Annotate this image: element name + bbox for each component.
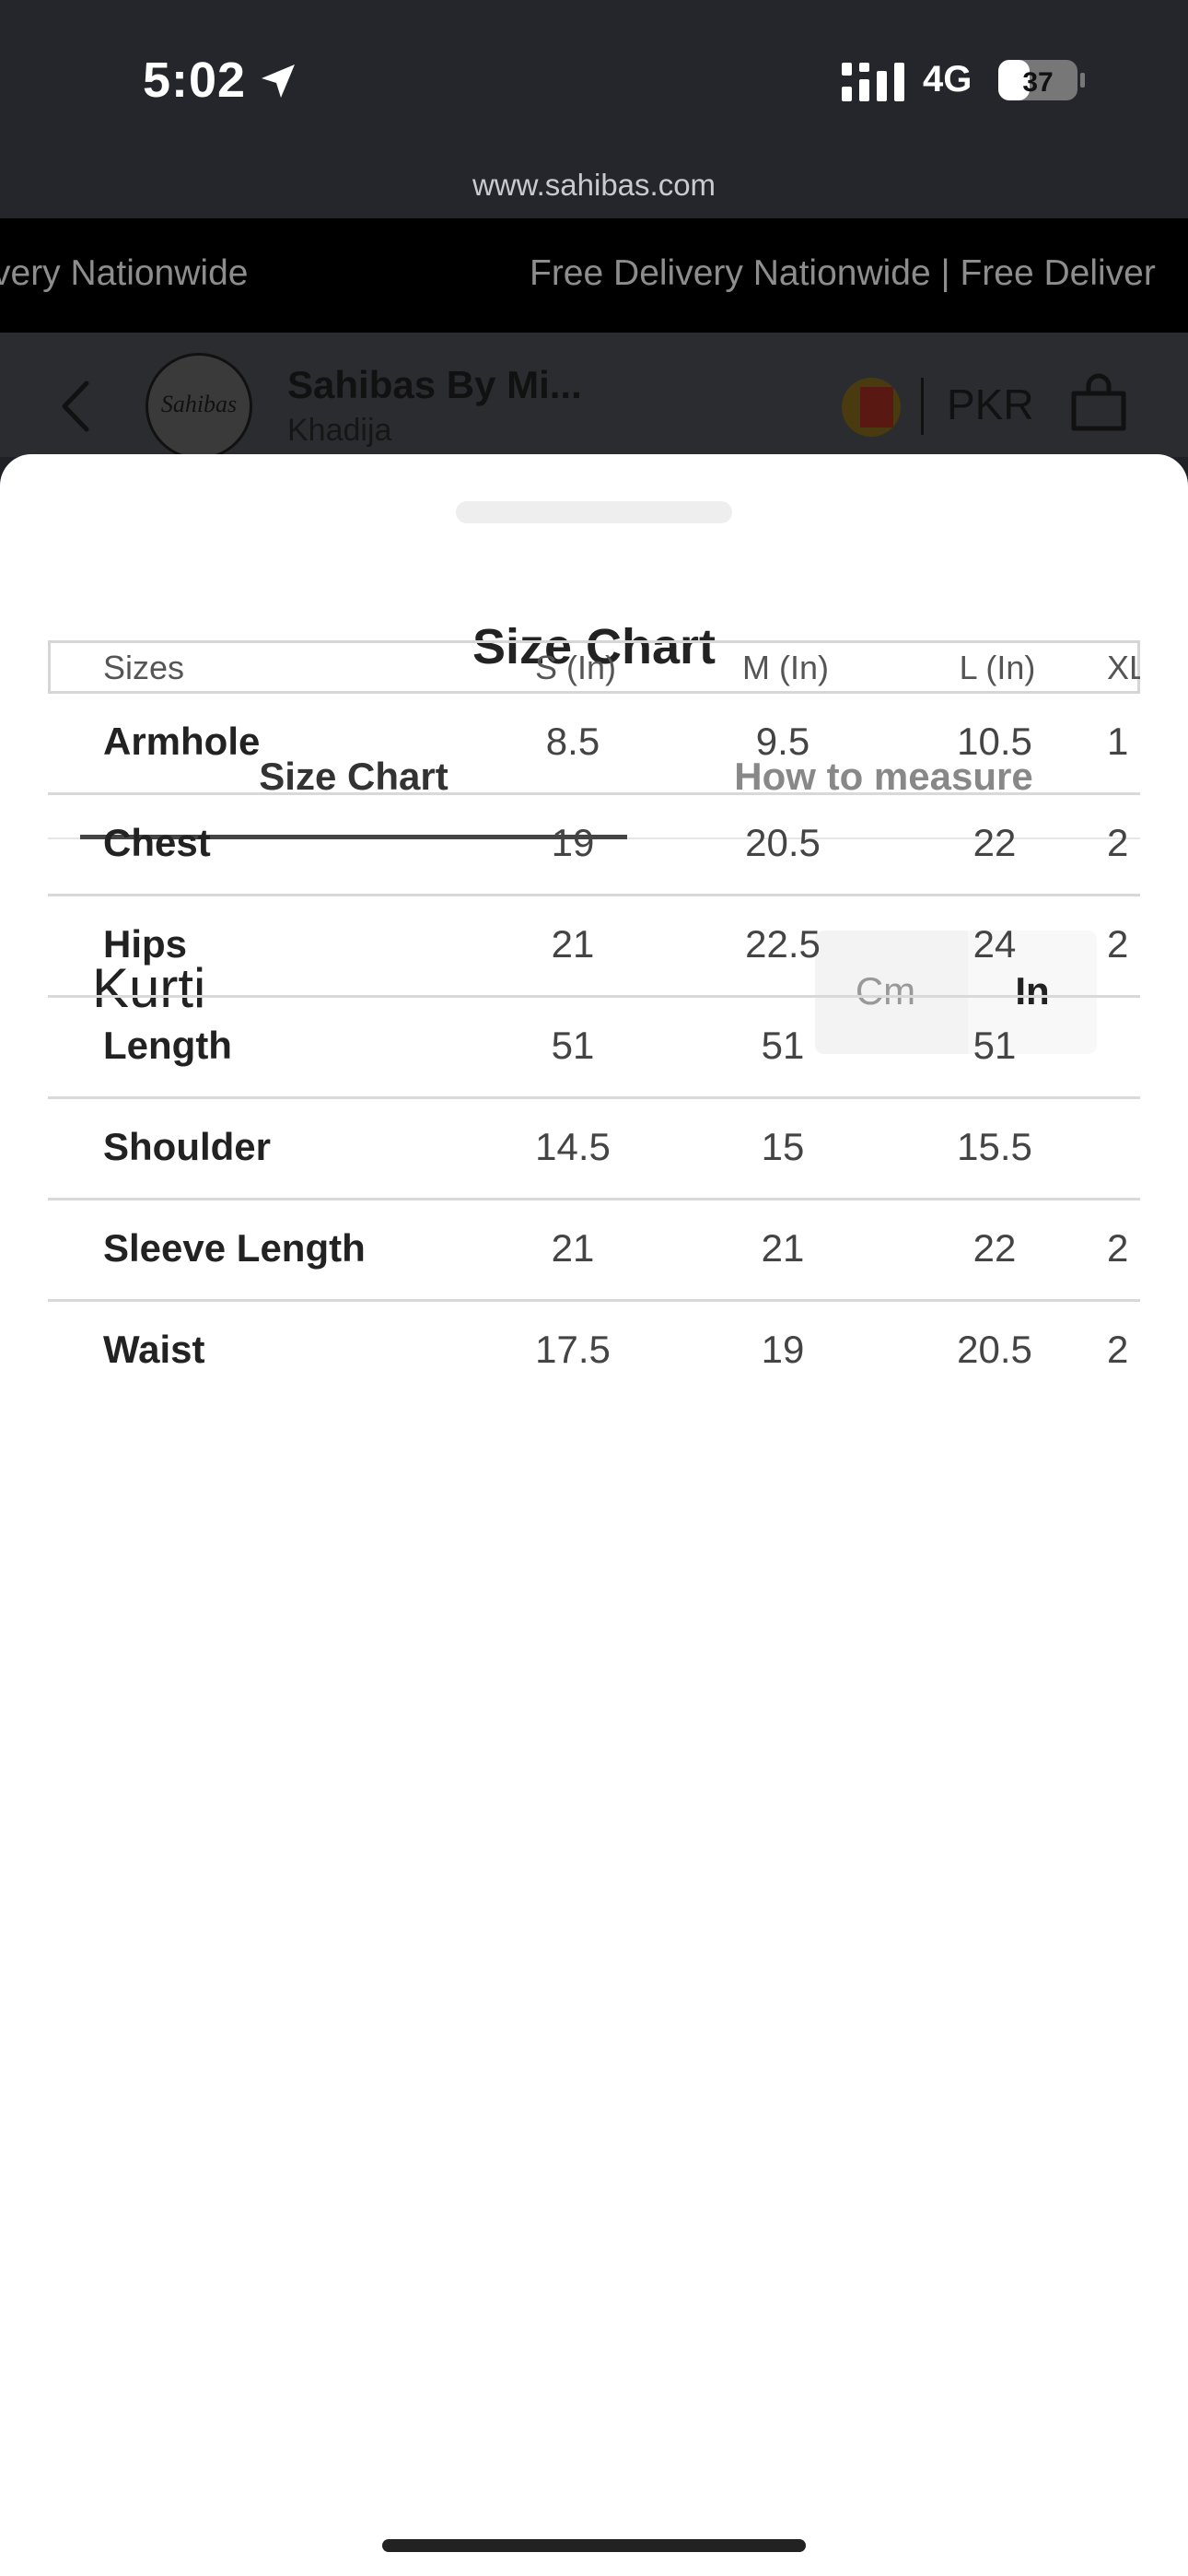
table-row: Hips 21 22.5 24 2 <box>48 896 1140 998</box>
cell-l: 10.5 <box>957 720 1032 763</box>
cell-xl: 2 <box>1107 1328 1129 1371</box>
row-name: Length <box>103 1024 232 1067</box>
cell-s: 19 <box>551 821 595 864</box>
row-name: Sleeve Length <box>103 1226 366 1270</box>
table-header: Sizes S (In) M (In) L (In) XL <box>48 640 1140 694</box>
header-m: M (In) <box>742 649 829 686</box>
cell-xl: 2 <box>1107 1226 1129 1270</box>
back-chevron-icon[interactable] <box>57 380 94 433</box>
row-name: Shoulder <box>103 1125 272 1168</box>
cell-m: 51 <box>761 1024 805 1067</box>
cell-m: 19 <box>761 1328 805 1371</box>
cell-l: 22 <box>973 821 1017 864</box>
cell-s: 21 <box>551 922 595 966</box>
header-sizes: Sizes <box>103 649 185 686</box>
table-row: Length 51 51 51 <box>48 998 1140 1099</box>
table-row: Armhole 8.5 9.5 10.5 1 <box>48 694 1140 795</box>
row-name: Waist <box>103 1328 205 1371</box>
size-table: Sizes S (In) M (In) L (In) XL Armhole 8.5… <box>48 640 1140 1838</box>
cell-m: 20.5 <box>745 821 821 864</box>
sheet-grabber[interactable] <box>456 501 732 523</box>
cellular-signal-icon <box>842 63 904 101</box>
store-subtitle: Khadija <box>287 413 392 448</box>
cell-s: 14.5 <box>535 1125 611 1168</box>
store-logo[interactable]: Sahibas <box>146 353 252 460</box>
cell-l: 22 <box>973 1226 1017 1270</box>
promo-marquee: very Nationwide Free Delivery Nationwide… <box>0 218 1188 333</box>
home-indicator[interactable] <box>382 2539 806 2552</box>
shopping-bag-icon[interactable] <box>1068 373 1129 434</box>
marquee-item: very Nationwide <box>0 253 249 293</box>
cell-l: 24 <box>973 922 1017 966</box>
cell-s: 51 <box>551 1024 595 1067</box>
url-text[interactable]: www.sahibas.com <box>0 168 1188 203</box>
marquee-item: Free Delivery Nationwide | Free Deliver <box>530 253 1156 293</box>
table-row: Waist 17.5 19 20.5 2 <box>48 1302 1140 1403</box>
status-time: 5:02 <box>143 53 247 108</box>
row-name: Armhole <box>103 720 261 763</box>
header-xl: XL <box>1107 649 1140 686</box>
cell-xl: 1 <box>1107 720 1129 763</box>
battery-level: 37 <box>1022 67 1053 98</box>
row-name: Chest <box>103 821 211 864</box>
cell-s: 8.5 <box>545 720 600 763</box>
cell-m: 22.5 <box>745 922 821 966</box>
store-name[interactable]: Sahibas By Mi... <box>287 363 582 407</box>
network-type: 4G <box>923 59 973 100</box>
header-s: S (In) <box>534 649 616 686</box>
logo-text: Sahibas <box>160 391 238 417</box>
cell-l: 20.5 <box>957 1328 1032 1371</box>
cell-m: 15 <box>761 1125 805 1168</box>
table-row: Sleeve Length 21 21 22 2 <box>48 1200 1140 1302</box>
currency-selector[interactable]: PKR <box>947 380 1034 429</box>
country-flag-icon[interactable] <box>842 378 901 437</box>
row-name: Hips <box>103 922 188 966</box>
cell-l: 15.5 <box>957 1125 1032 1168</box>
table-row: Shoulder 14.5 15 15.5 <box>48 1099 1140 1200</box>
cell-m: 21 <box>761 1226 805 1270</box>
header-l: L (In) <box>959 649 1036 686</box>
battery-icon: 37 <box>998 60 1085 100</box>
location-arrow-icon <box>262 64 295 98</box>
cell-xl: 2 <box>1107 821 1129 864</box>
cell-s: 21 <box>551 1226 595 1270</box>
cell-xl: 2 <box>1107 922 1129 966</box>
status-bar: 5:02 4G 37 <box>0 0 1188 161</box>
table-row: Chest 19 20.5 22 2 <box>48 795 1140 896</box>
header-divider <box>921 378 924 435</box>
cell-l: 51 <box>973 1024 1017 1067</box>
cell-m: 9.5 <box>755 720 810 763</box>
cell-s: 17.5 <box>535 1328 611 1371</box>
